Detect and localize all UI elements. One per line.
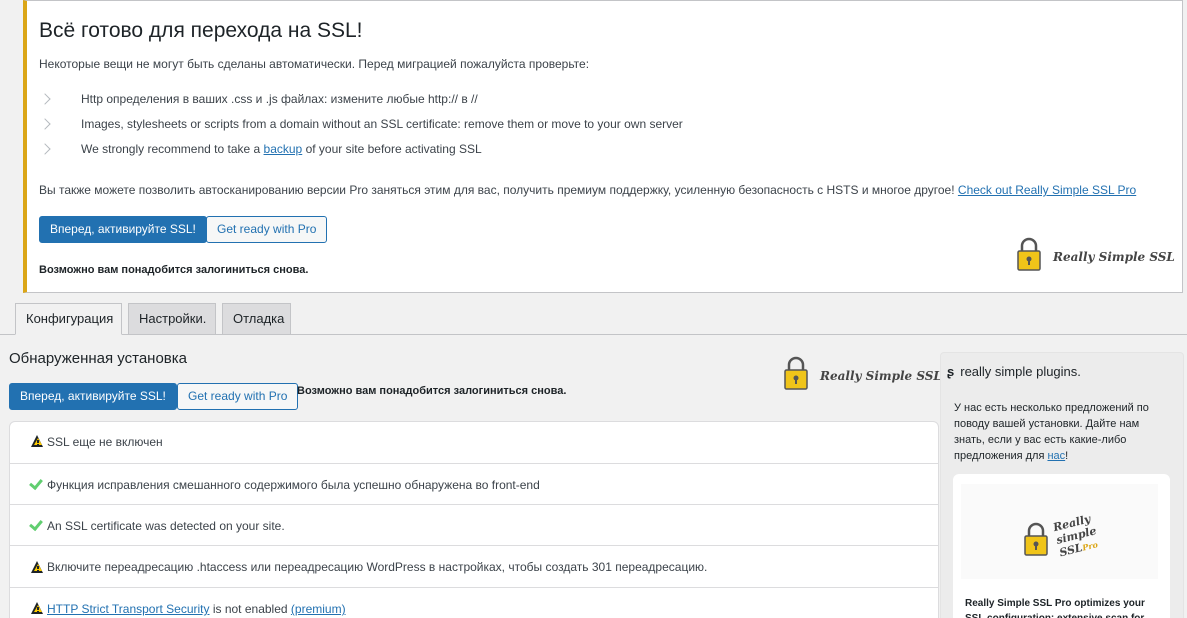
check-icon [31, 478, 45, 492]
chevron-right-icon [39, 142, 53, 156]
status-row: Функция исправления смешанного содержимо… [10, 464, 938, 505]
status-row: SSL еще не включен [10, 422, 938, 464]
relogin-note: Возможно вам понадобится залогиниться сн… [39, 264, 309, 276]
warning-icon [31, 435, 45, 449]
notice-title: Всё готово для перехода на SSL! [39, 19, 363, 42]
hsts-link[interactable]: HTTP Strict Transport Security [47, 602, 210, 616]
notice-intro: Некоторые вещи не могут быть сделаны авт… [39, 57, 590, 71]
activate-ssl-button[interactable]: Вперед, активируйте SSL! [9, 383, 177, 410]
checklist-item: Images, stylesheets or scripts from a do… [39, 114, 683, 139]
premium-link[interactable]: (premium) [291, 602, 346, 616]
logo-text: Really Simple SSL [820, 369, 942, 383]
warning-icon [31, 602, 45, 616]
relogin-note: Возможно вам понадобится залогиниться сн… [297, 385, 567, 397]
pro-promo-text: Вы также можете позволить автосканирован… [39, 183, 1137, 197]
detected-setup-list: SSL еще не включен Функция исправления с… [9, 421, 939, 618]
checklist-item: Http определения в ваших .css и .js файл… [39, 89, 683, 114]
ssl-ready-notice: Всё готово для перехода на SSL! Некоторы… [23, 0, 1183, 293]
warning-icon [31, 561, 45, 575]
backup-link[interactable]: backup [264, 142, 303, 156]
really-simple-plugins-sidebar: ʂ really simple plugins. У нас есть неск… [940, 352, 1184, 618]
tab-settings[interactable]: Настройки. [128, 303, 216, 335]
really-simple-plugins-logo-icon: ʂ [947, 364, 955, 379]
check-icon [31, 519, 45, 533]
promo-logo-text: Really simple SSLPro [1051, 512, 1099, 560]
sidebar-header: ʂ really simple plugins. [947, 364, 1081, 379]
get-ready-pro-button[interactable]: Get ready with Pro [177, 383, 299, 410]
notice-checklist: Http определения в ваших .css и .js файл… [39, 89, 683, 164]
promo-description: Really Simple SSL Pro optimizes your SSL… [965, 598, 1145, 618]
logo-text: Really Simple SSL [1053, 250, 1175, 264]
section-title: Обнаруженная установка [9, 350, 188, 367]
padlock-icon [784, 356, 808, 390]
tab-debug[interactable]: Отладка [222, 303, 291, 335]
padlock-icon [1017, 237, 1041, 271]
sidebar-title: really simple plugins. [960, 364, 1081, 379]
activate-ssl-button[interactable]: Вперед, активируйте SSL! [39, 216, 207, 243]
pro-promo-card[interactable]: Really simple SSLPro Really Simple SSL P… [953, 474, 1170, 618]
padlock-icon [1024, 522, 1048, 556]
chevron-right-icon [39, 117, 53, 131]
get-ready-pro-button[interactable]: Get ready with Pro [206, 216, 328, 243]
status-row: An SSL certificate was detected on your … [10, 505, 938, 546]
chevron-right-icon [39, 92, 53, 106]
checklist-item: We strongly recommend to take a backup o… [39, 139, 683, 164]
contact-us-link[interactable]: нас [1047, 450, 1065, 462]
tab-configuration[interactable]: Конфигурация [15, 303, 122, 335]
really-simple-ssl-logo: Really Simple SSL [784, 356, 942, 390]
sidebar-text: У нас есть несколько предложений по пово… [954, 402, 1149, 462]
status-row: Включите переадресацию .htaccess или пер… [10, 546, 938, 588]
promo-image: Really simple SSLPro [961, 484, 1158, 579]
check-out-pro-link[interactable]: Check out Really Simple SSL Pro [958, 183, 1136, 197]
really-simple-ssl-logo: Really Simple SSL [1017, 237, 1175, 271]
status-row: HTTP Strict Transport Security is not en… [10, 588, 938, 618]
